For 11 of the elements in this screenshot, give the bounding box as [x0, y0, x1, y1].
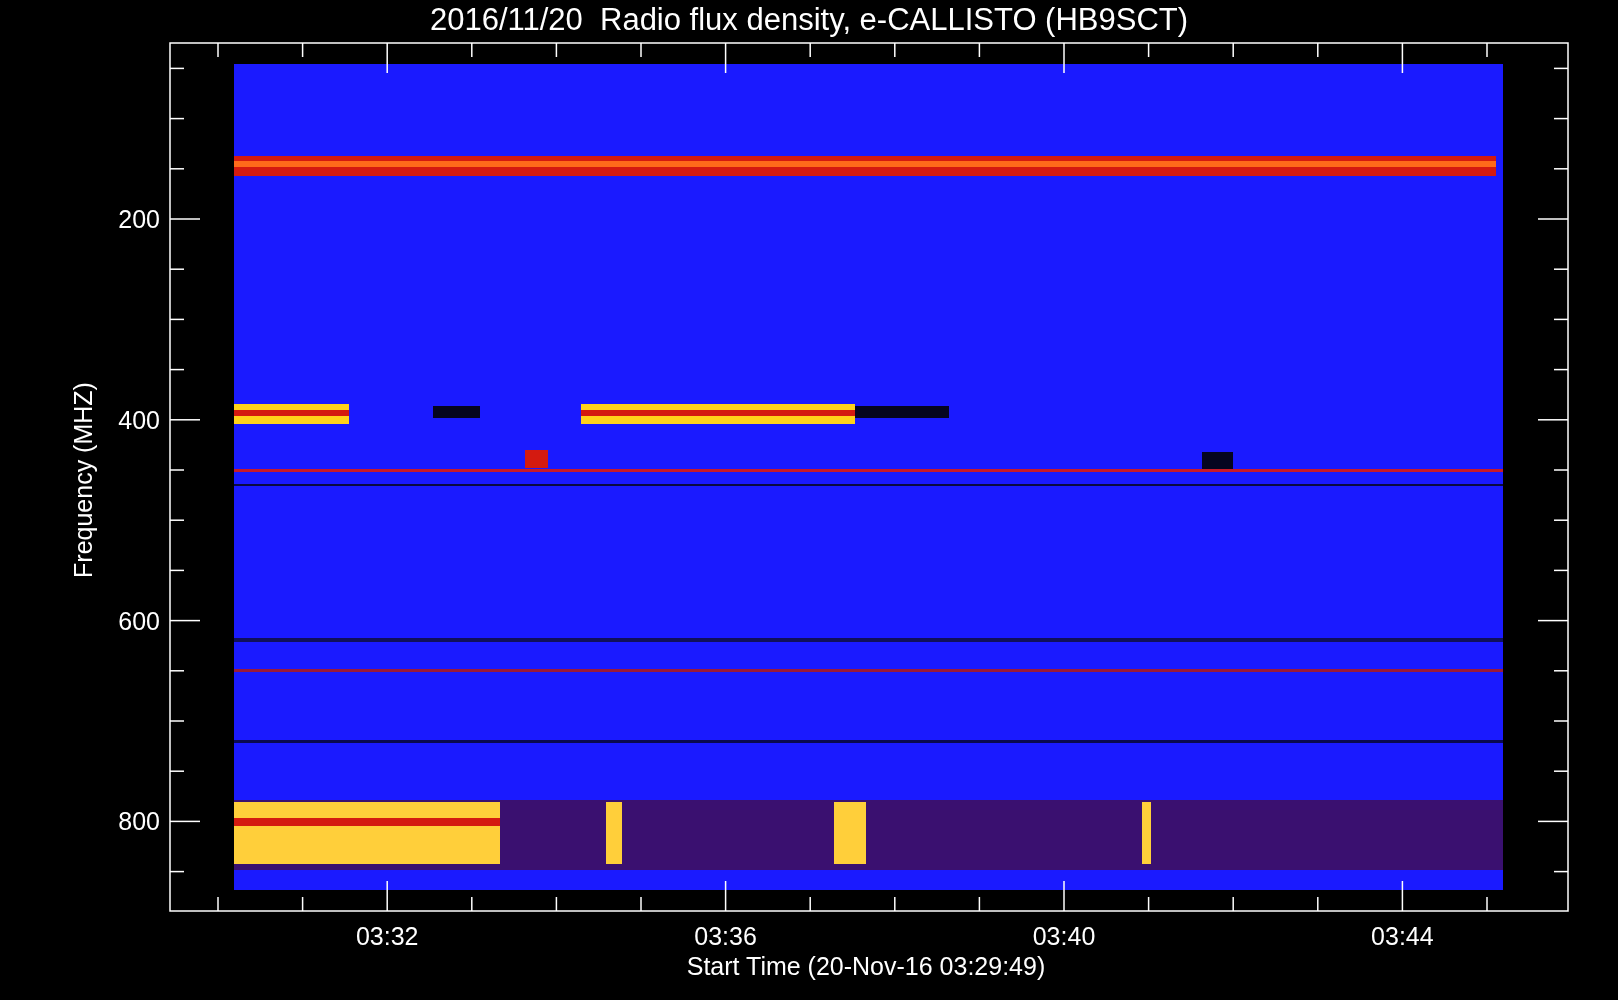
x-axis-label: Start Time (20-Nov-16 03:29:49) [686, 952, 1046, 980]
y-tick-label: 200 [118, 205, 160, 233]
y-axis-label: Frequency (MHZ) [69, 382, 97, 578]
chart-title: 2016/11/20 Radio flux density, e-CALLISTO (HB9SCT) [429, 2, 1189, 37]
x-tick-label: 03:36 [694, 922, 757, 950]
y-tick-label: 800 [118, 807, 160, 836]
y-tick-label: 400 [118, 405, 160, 434]
y-tick-label: 600 [118, 606, 160, 635]
x-tick-label: 03:40 [1032, 922, 1096, 950]
x-tick-label: 03:44 [1371, 922, 1434, 950]
x-tick-label: 03:32 [355, 922, 419, 950]
